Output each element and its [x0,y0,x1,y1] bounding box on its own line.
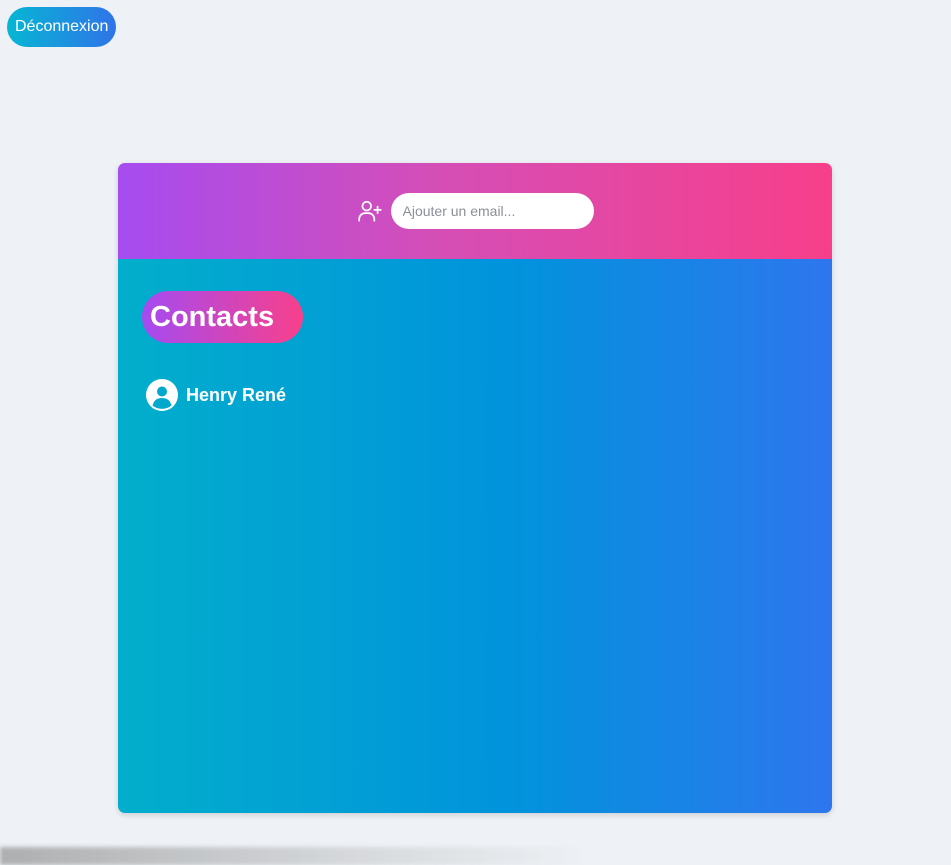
user-circle-icon [146,379,178,411]
contacts-card: Contacts Henry René [118,163,832,813]
logout-button[interactable]: Déconnexion [7,7,117,47]
add-contact-bar [118,163,832,259]
contacts-panel: Contacts Henry René [118,259,832,813]
email-input[interactable] [390,193,594,229]
contact-item[interactable]: Henry René [146,379,286,411]
window-shadow [0,847,590,865]
user-plus-icon[interactable] [357,198,383,224]
contact-name: Henry René [186,384,287,405]
contacts-title: Contacts [142,291,303,343]
